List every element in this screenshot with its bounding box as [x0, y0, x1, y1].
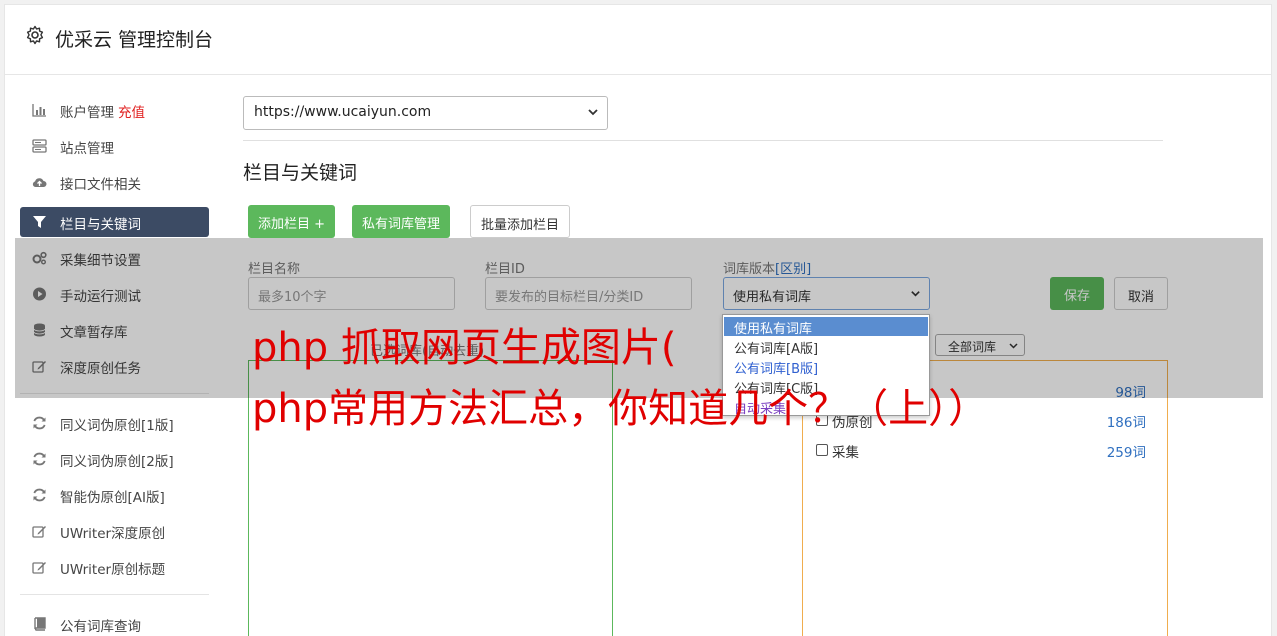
refresh-icon	[33, 416, 46, 430]
library-checkbox[interactable]	[816, 444, 828, 456]
sidebar-item-label: 接口文件相关	[60, 177, 141, 193]
sidebar-item-columns-keywords[interactable]: 栏目与关键词	[20, 207, 209, 237]
server-icon	[32, 139, 47, 153]
sidebar-item-interface[interactable]: 接口文件相关	[20, 167, 209, 197]
library-count: 186词	[1106, 415, 1146, 431]
site-select[interactable]: https://www.ucaiyun.com	[243, 96, 608, 130]
sidebar-item-label: 栏目与关键词	[60, 217, 141, 233]
add-column-button[interactable]: 添加栏目 +	[248, 205, 336, 238]
bar-chart-icon	[32, 104, 46, 117]
sidebar-item-synonym-v1[interactable]: 同义词伪原创[1版]	[20, 408, 209, 438]
dim-overlay	[15, 238, 1263, 398]
chevron-down-icon	[588, 109, 598, 116]
sidebar-divider	[20, 594, 209, 595]
sidebar-item-label: 账户管理	[60, 105, 114, 121]
refresh-icon	[33, 452, 46, 466]
private-lib-button[interactable]: 私有词库管理	[352, 205, 451, 238]
dropdown-option[interactable]: 公有词库[B版]	[724, 357, 928, 377]
site-select-value: https://www.ucaiyun.com	[254, 104, 432, 120]
library-count: 259词	[1106, 445, 1146, 461]
sidebar-item-synonym-v2[interactable]: 同义词伪原创[2版]	[20, 444, 209, 474]
sidebar-item-uwriter-title[interactable]: UWriter原创标题	[20, 552, 209, 582]
library-row[interactable]: 采集 259词	[816, 441, 1146, 461]
banner-line-1: php 抓取网页生成图片(	[252, 325, 677, 371]
sidebar-item-ai-original[interactable]: 智能伪原创[AI版]	[20, 480, 209, 510]
sidebar-item-account[interactable]: 账户管理 充值	[20, 95, 209, 125]
filter-icon	[33, 216, 46, 228]
sidebar-item-sites[interactable]: 站点管理	[20, 131, 209, 161]
sidebar-item-label: 智能伪原创[AI版]	[60, 490, 165, 506]
sidebar-item-uwriter-deep[interactable]: UWriter深度原创	[20, 516, 209, 546]
section-divider	[243, 140, 1163, 141]
dropdown-option[interactable]: 公有词库[A版]	[724, 337, 928, 357]
sidebar-item-label: UWriter原创标题	[60, 562, 166, 578]
sidebar-item-label: 同义词伪原创[2版]	[60, 454, 174, 470]
cloud-upload-icon	[32, 178, 47, 188]
sidebar-item-label: UWriter深度原创	[60, 526, 166, 542]
edit-icon	[32, 526, 46, 538]
book-icon	[34, 617, 46, 631]
gear-icon	[26, 25, 44, 45]
banner-line-2: php常用方法汇总，你知道几个？（上））	[252, 386, 989, 432]
sidebar-item-label: 同义词伪原创[1版]	[60, 418, 174, 434]
sidebar-item-label: 站点管理	[60, 141, 114, 157]
edit-icon	[32, 562, 46, 574]
dropdown-option[interactable]: 使用私有词库	[724, 317, 928, 337]
recharge-link[interactable]: 充值	[118, 105, 145, 121]
refresh-icon	[33, 488, 46, 502]
page-header: 优采云 管理控制台	[5, 5, 1271, 75]
section-title: 栏目与关键词	[243, 162, 358, 184]
sidebar-item-label: 公有词库查询	[60, 619, 141, 635]
sidebar-item-public-lib[interactable]: 公有词库查询	[20, 609, 209, 636]
page-title: 优采云 管理控制台	[55, 29, 214, 51]
batch-add-button[interactable]: 批量添加栏目	[470, 205, 571, 238]
library-name: 采集	[832, 445, 859, 461]
